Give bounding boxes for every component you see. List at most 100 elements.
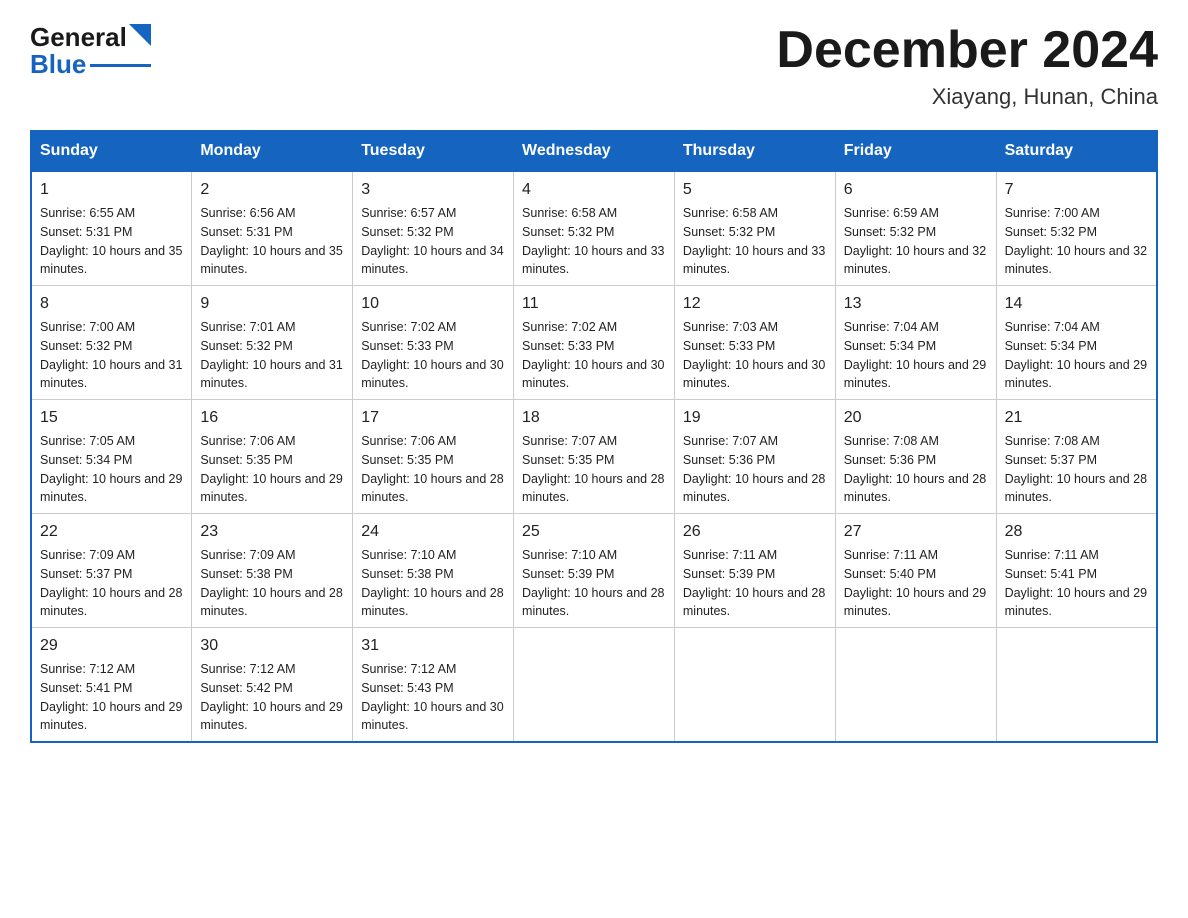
sunrise-text: Sunrise: 7:09 AM [200, 548, 295, 562]
calendar-cell: 10Sunrise: 7:02 AMSunset: 5:33 PMDayligh… [353, 286, 514, 400]
calendar-cell: 29Sunrise: 7:12 AMSunset: 5:41 PMDayligh… [31, 628, 192, 743]
calendar-week-row: 22 Sunrise: 7:09 AM Sunset: 5:37 PM Dayligh… [31, 514, 1157, 628]
calendar-cell [514, 628, 675, 743]
sunrise-text: Sunrise: 7:01 AM [200, 320, 295, 334]
daylight-text: Daylight: 10 hours and 28 minutes. [683, 472, 825, 505]
day-number: 29 [40, 634, 183, 658]
sunset-text: Sunset: 5:35 PM [361, 453, 453, 467]
sunrise-text: Sunrise: 7:12 AM [40, 662, 135, 676]
logo: General General Blue [30, 20, 151, 80]
sunrise-text: Sunrise: 6:59 AM [844, 206, 939, 220]
daylight-text: Daylight: 10 hours and 28 minutes. [1005, 472, 1147, 505]
daylight-text: Daylight: 10 hours and 28 minutes. [361, 586, 503, 619]
sunset-text: Sunset: 5:32 PM [40, 339, 132, 353]
sunrise-text: Sunrise: 7:11 AM [683, 548, 777, 562]
calendar-cell: 19Sunrise: 7:07 AMSunset: 5:36 PMDayligh… [674, 400, 835, 514]
day-number: 31 [361, 634, 505, 658]
day-number: 30 [200, 634, 344, 658]
calendar-week-row: 1 Sunrise: 6:55 AM Sunset: 5:31 PM Daylight… [31, 171, 1157, 286]
daylight-text: Daylight: 10 hours and 29 minutes. [200, 472, 342, 505]
sunrise-text: Sunrise: 7:12 AM [200, 662, 295, 676]
calendar-cell: 16Sunrise: 7:06 AMSunset: 5:35 PMDayligh… [192, 400, 353, 514]
day-number: 1 [40, 178, 183, 202]
calendar-cell: 22Sunrise: 7:09 AMSunset: 5:37 PMDayligh… [31, 514, 192, 628]
sunset-text: Sunset: 5:31 PM [200, 225, 292, 239]
daylight-text: Daylight: 10 hours and 29 minutes. [200, 700, 342, 733]
daylight-text: Daylight: 10 hours and 28 minutes. [361, 472, 503, 505]
daylight-text: Daylight: 10 hours and 30 minutes. [361, 358, 503, 391]
day-number: 7 [1005, 178, 1148, 202]
calendar-cell: 6 Sunrise: 6:59 AM Sunset: 5:32 PM Daylight… [835, 171, 996, 286]
daylight-text: Daylight: 10 hours and 30 minutes. [361, 700, 503, 733]
column-header-saturday: Saturday [996, 131, 1157, 171]
daylight-text: Daylight: 10 hours and 28 minutes. [200, 586, 342, 619]
sunrise-text: Sunrise: 7:10 AM [522, 548, 617, 562]
column-header-tuesday: Tuesday [353, 131, 514, 171]
day-number: 21 [1005, 406, 1148, 430]
sunset-text: Sunset: 5:38 PM [361, 567, 453, 581]
sunset-text: Sunset: 5:33 PM [683, 339, 775, 353]
logo-arrow-icon [129, 24, 151, 46]
sunrise-text: Sunrise: 6:57 AM [361, 206, 456, 220]
daylight-text: Daylight: 10 hours and 29 minutes. [844, 586, 986, 619]
sunrise-text: Sunrise: 7:04 AM [1005, 320, 1100, 334]
day-number: 20 [844, 406, 988, 430]
sunrise-text: Sunrise: 7:00 AM [40, 320, 135, 334]
day-number: 18 [522, 406, 666, 430]
daylight-text: Daylight: 10 hours and 29 minutes. [1005, 586, 1147, 619]
sunrise-text: Sunrise: 7:06 AM [200, 434, 295, 448]
daylight-text: Daylight: 10 hours and 29 minutes. [844, 358, 986, 391]
daylight-text: Daylight: 10 hours and 33 minutes. [683, 244, 825, 277]
daylight-text: Daylight: 10 hours and 28 minutes. [522, 586, 664, 619]
column-header-wednesday: Wednesday [514, 131, 675, 171]
sunset-text: Sunset: 5:32 PM [200, 339, 292, 353]
calendar-cell: 3Sunrise: 6:57 AMSunset: 5:32 PMDaylight… [353, 171, 514, 286]
day-number: 25 [522, 520, 666, 544]
calendar-cell: 25Sunrise: 7:10 AMSunset: 5:39 PMDayligh… [514, 514, 675, 628]
daylight-text: Daylight: 10 hours and 32 minutes. [1005, 244, 1147, 277]
sunrise-text: Sunrise: 7:12 AM [361, 662, 456, 676]
calendar-cell: 27Sunrise: 7:11 AMSunset: 5:40 PMDayligh… [835, 514, 996, 628]
day-number: 23 [200, 520, 344, 544]
sunset-text: Sunset: 5:34 PM [40, 453, 132, 467]
sunset-text: Sunset: 5:32 PM [683, 225, 775, 239]
sunrise-text: Sunrise: 7:08 AM [844, 434, 939, 448]
daylight-text: Daylight: 10 hours and 32 minutes. [844, 244, 986, 277]
day-number: 6 [844, 178, 988, 202]
calendar-cell: 24Sunrise: 7:10 AMSunset: 5:38 PMDayligh… [353, 514, 514, 628]
day-number: 19 [683, 406, 827, 430]
sunrise-text: Sunrise: 6:55 AM [40, 206, 135, 220]
title-area: December 2024 Xiayang, Hunan, China [776, 20, 1158, 110]
sunrise-text: Sunrise: 6:58 AM [683, 206, 778, 220]
day-number: 4 [522, 178, 666, 202]
day-number: 3 [361, 178, 505, 202]
daylight-text: Daylight: 10 hours and 29 minutes. [1005, 358, 1147, 391]
sunset-text: Sunset: 5:33 PM [361, 339, 453, 353]
sunset-text: Sunset: 5:36 PM [844, 453, 936, 467]
calendar-cell: 11Sunrise: 7:02 AMSunset: 5:33 PMDayligh… [514, 286, 675, 400]
sunset-text: Sunset: 5:34 PM [1005, 339, 1097, 353]
calendar-cell: 8Sunrise: 7:00 AMSunset: 5:32 PMDaylight… [31, 286, 192, 400]
calendar-cell: 9 Sunrise: 7:01 AM Sunset: 5:32 PM Daylight… [192, 286, 353, 400]
sunset-text: Sunset: 5:34 PM [844, 339, 936, 353]
calendar-cell: 28Sunrise: 7:11 AMSunset: 5:41 PMDayligh… [996, 514, 1157, 628]
calendar-cell [674, 628, 835, 743]
daylight-text: Daylight: 10 hours and 31 minutes. [200, 358, 342, 391]
sunrise-text: Sunrise: 7:04 AM [844, 320, 939, 334]
day-number: 22 [40, 520, 183, 544]
daylight-text: Daylight: 10 hours and 34 minutes. [361, 244, 503, 277]
sunset-text: Sunset: 5:36 PM [683, 453, 775, 467]
sunset-text: Sunset: 5:37 PM [40, 567, 132, 581]
calendar-cell: 31Sunrise: 7:12 AMSunset: 5:43 PMDayligh… [353, 628, 514, 743]
daylight-text: Daylight: 10 hours and 35 minutes. [40, 244, 182, 277]
sunset-text: Sunset: 5:32 PM [844, 225, 936, 239]
sunset-text: Sunset: 5:42 PM [200, 681, 292, 695]
calendar-cell: 13Sunrise: 7:04 AMSunset: 5:34 PMDayligh… [835, 286, 996, 400]
calendar-table: SundayMondayTuesdayWednesdayThursdayFrid… [30, 130, 1158, 743]
sunset-text: Sunset: 5:39 PM [683, 567, 775, 581]
day-number: 2 [200, 178, 344, 202]
calendar-cell: 18Sunrise: 7:07 AMSunset: 5:35 PMDayligh… [514, 400, 675, 514]
daylight-text: Daylight: 10 hours and 30 minutes. [683, 358, 825, 391]
calendar-week-row: 29Sunrise: 7:12 AMSunset: 5:41 PMDayligh… [31, 628, 1157, 743]
day-number: 9 [200, 292, 344, 316]
